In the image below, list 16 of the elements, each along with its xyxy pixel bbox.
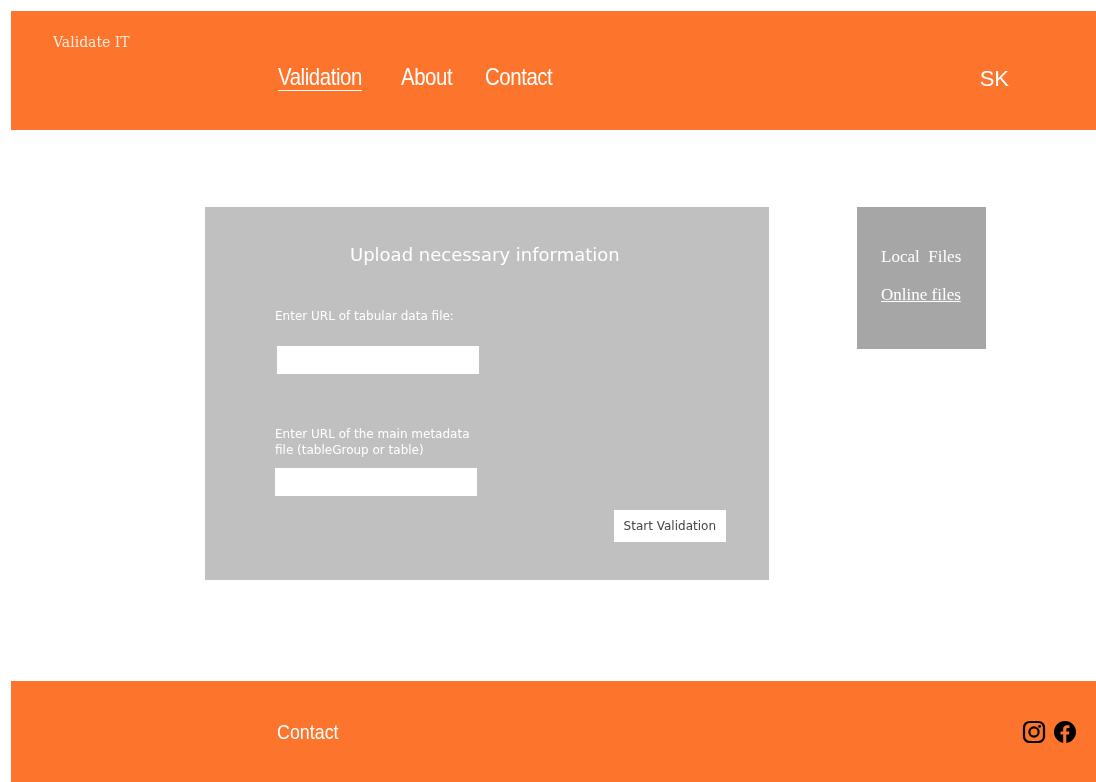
nav-link[interactable]: About [400, 63, 452, 91]
footer-contact-link[interactable]: Contact [277, 719, 339, 744]
url-input-field[interactable] [277, 346, 479, 374]
field-label: Enter URL of tabular data file: [275, 308, 455, 324]
start-validation-button[interactable]: Start Validation [613, 510, 726, 542]
panel-title: Upload necessary information [350, 244, 620, 265]
source-menu-item[interactable]: Local Files [881, 247, 962, 267]
url-input-field[interactable] [275, 468, 477, 496]
instagram-icon[interactable] [1022, 719, 1046, 744]
site-logo[interactable]: Validate IT [53, 34, 130, 50]
nav-link[interactable]: Contact [484, 63, 553, 91]
source-menu-item[interactable]: Online files [881, 285, 961, 305]
field-label: Enter URL of the main metadata file (tableGroup or table) [275, 426, 471, 458]
nav-link[interactable]: Validation [278, 63, 362, 91]
facebook-icon[interactable] [1053, 719, 1077, 744]
user-initials[interactable]: SK [979, 66, 1009, 92]
